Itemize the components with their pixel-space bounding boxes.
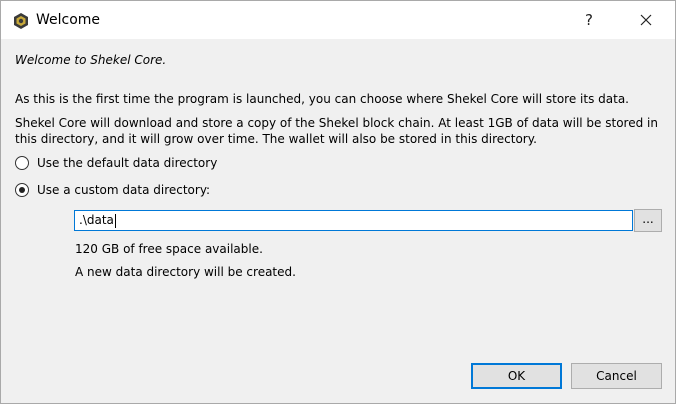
dialog-content: Welcome to Shekel Core. As this is the f… — [1, 39, 675, 403]
free-space-label: 120 GB of free space available. — [75, 242, 263, 256]
close-icon — [640, 14, 652, 26]
window-title: Welcome — [36, 12, 101, 28]
custom-directory-option[interactable]: Use a custom data directory: — [15, 181, 210, 199]
help-button[interactable]: ? — [575, 7, 603, 33]
intro-paragraph: As this is the first time the program is… — [15, 92, 629, 106]
text-caret — [114, 213, 116, 228]
custom-directory-label: Use a custom data directory: — [37, 183, 211, 197]
default-directory-label: Use the default data directory — [37, 156, 218, 170]
cancel-button[interactable]: Cancel — [571, 363, 662, 389]
new-directory-label: A new data directory will be created. — [75, 265, 296, 279]
data-directory-value: .\data — [79, 213, 114, 227]
browse-button[interactable]: ... — [634, 209, 662, 232]
custom-directory-radio[interactable] — [15, 183, 29, 197]
data-directory-input[interactable]: .\data — [74, 210, 633, 231]
shekel-app-icon — [14, 13, 28, 29]
default-directory-radio[interactable] — [15, 156, 29, 170]
default-directory-option[interactable]: Use the default data directory — [15, 154, 217, 172]
ok-button[interactable]: OK — [471, 363, 562, 389]
storage-paragraph: Shekel Core will download and store a co… — [15, 116, 658, 146]
welcome-heading: Welcome to Shekel Core. — [15, 53, 167, 67]
close-button[interactable] — [629, 7, 663, 33]
title-bar: Welcome ? — [1, 1, 675, 39]
welcome-dialog: Welcome ? Welcome to Shekel Core. As thi… — [0, 0, 676, 404]
